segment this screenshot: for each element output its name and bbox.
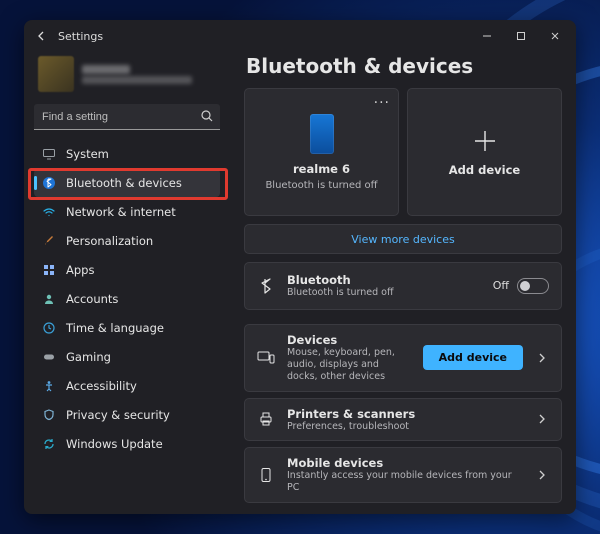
mobile-icon [257, 467, 275, 483]
search-wrap [34, 104, 220, 130]
wifi-icon [42, 205, 56, 219]
device-card-more-button[interactable]: ··· [374, 95, 390, 111]
sidebar-item-accounts[interactable]: Accounts [34, 285, 220, 313]
sidebar-item-network[interactable]: Network & internet [34, 198, 220, 226]
add-device-label: Add device [449, 163, 520, 177]
sidebar-item-time-language[interactable]: Time & language [34, 314, 220, 342]
sidebar-item-accessibility[interactable]: Accessibility [34, 372, 220, 400]
printer-icon [257, 411, 275, 427]
row-sub: Bluetooth is turned off [287, 287, 481, 299]
row-sub: Instantly access your mobile devices fro… [287, 470, 523, 494]
system-icon [42, 147, 56, 161]
account-info-redacted [82, 65, 192, 84]
maximize-icon [516, 31, 526, 41]
chevron-right-icon [535, 469, 549, 481]
globe-clock-icon [42, 321, 56, 335]
sidebar-item-label: Windows Update [66, 437, 163, 451]
settings-window: Settings [24, 20, 576, 514]
view-more-devices-button[interactable]: View more devices [244, 224, 562, 254]
search-input[interactable] [34, 104, 220, 130]
view-more-label: View more devices [351, 233, 454, 246]
phone-icon [310, 114, 334, 154]
row-sub: Preferences, troubleshoot [287, 421, 523, 433]
plus-icon [471, 127, 499, 155]
device-name: realme 6 [293, 162, 350, 176]
toggle-state-label: Off [493, 279, 509, 292]
sidebar-item-gaming[interactable]: Gaming [34, 343, 220, 371]
sidebar-item-label: Network & internet [66, 205, 176, 219]
gaming-icon [42, 350, 56, 364]
sidebar: System Bluetooth & devices Network & int… [24, 52, 230, 514]
bluetooth-icon [42, 176, 56, 190]
device-status: Bluetooth is turned off [265, 180, 377, 191]
row-sub: Mouse, keyboard, pen, audio, displays an… [287, 347, 411, 383]
row-title: Mobile devices [287, 456, 523, 470]
device-cards-row: ··· realme 6 Bluetooth is turned off Add… [244, 88, 562, 216]
maximize-button[interactable] [504, 22, 538, 50]
avatar [38, 56, 74, 92]
sidebar-item-privacy-security[interactable]: Privacy & security [34, 401, 220, 429]
minimize-icon [482, 31, 492, 41]
sidebar-item-label: Personalization [66, 234, 153, 248]
sidebar-item-system[interactable]: System [34, 140, 220, 168]
devices-icon [257, 350, 275, 366]
minimize-button[interactable] [470, 22, 504, 50]
main-content: Bluetooth & devices ··· realme 6 Bluetoo… [230, 52, 576, 514]
nav-list: System Bluetooth & devices Network & int… [34, 140, 220, 458]
update-icon [42, 437, 56, 451]
row-title: Printers & scanners [287, 407, 523, 421]
chevron-right-icon [535, 352, 549, 364]
sidebar-item-label: Accounts [66, 292, 118, 306]
apps-icon [42, 263, 56, 277]
account-block[interactable] [34, 52, 220, 102]
sidebar-item-label: Time & language [66, 321, 164, 335]
sidebar-item-apps[interactable]: Apps [34, 256, 220, 284]
accessibility-icon [42, 379, 56, 393]
sidebar-item-label: System [66, 147, 109, 161]
sidebar-item-label: Apps [66, 263, 94, 277]
sidebar-item-label: Bluetooth & devices [66, 176, 182, 190]
close-icon [550, 31, 560, 41]
row-title: Devices [287, 333, 411, 347]
bluetooth-toggle[interactable] [517, 278, 549, 294]
bluetooth-icon [257, 277, 275, 295]
add-device-button[interactable]: Add device [423, 345, 523, 370]
shield-icon [42, 408, 56, 422]
row-title: Bluetooth [287, 273, 481, 287]
sidebar-item-windows-update[interactable]: Windows Update [34, 430, 220, 458]
chevron-right-icon [535, 413, 549, 425]
close-button[interactable] [538, 22, 572, 50]
back-button[interactable] [28, 22, 56, 50]
accounts-icon [42, 292, 56, 306]
sidebar-item-label: Privacy & security [66, 408, 170, 422]
devices-row[interactable]: Devices Mouse, keyboard, pen, audio, dis… [244, 324, 562, 392]
mobile-devices-row[interactable]: Mobile devices Instantly access your mob… [244, 447, 562, 503]
sidebar-item-label: Accessibility [66, 379, 137, 393]
page-title: Bluetooth & devices [246, 54, 562, 78]
sidebar-item-bluetooth-devices[interactable]: Bluetooth & devices [34, 169, 220, 197]
sidebar-item-label: Gaming [66, 350, 111, 364]
sidebar-item-personalization[interactable]: Personalization [34, 227, 220, 255]
add-device-card[interactable]: Add device [407, 88, 562, 216]
window-title: Settings [58, 30, 103, 43]
arrow-left-icon [36, 30, 48, 42]
search-icon [200, 109, 214, 123]
paired-device-card[interactable]: ··· realme 6 Bluetooth is turned off [244, 88, 399, 216]
paintbrush-icon [42, 234, 56, 248]
bluetooth-toggle-row: Bluetooth Bluetooth is turned off Off [244, 262, 562, 310]
titlebar: Settings [24, 20, 576, 52]
printers-row[interactable]: Printers & scanners Preferences, trouble… [244, 398, 562, 442]
